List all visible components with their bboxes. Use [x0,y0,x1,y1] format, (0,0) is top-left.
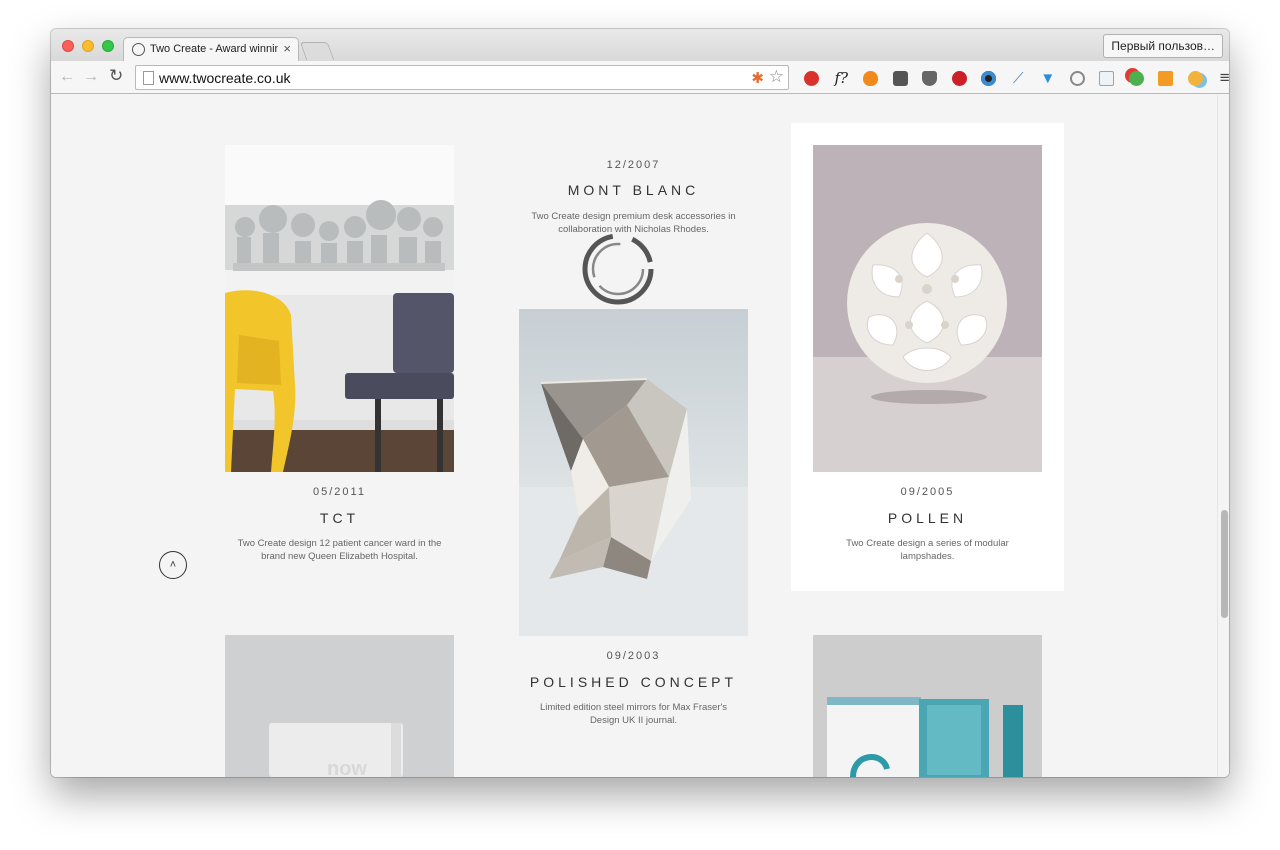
project-image-now-notebook[interactable]: now [225,635,454,777]
project-title[interactable]: POLISHED CONCEPT [519,674,748,690]
project-card-polished-concept[interactable]: 09/2003 POLISHED CONCEPT Limited edition… [519,309,748,739]
project-card-pollen[interactable]: 09/2005 POLLEN Two Create design a serie… [791,123,1064,591]
back-icon[interactable]: ← [59,68,75,86]
scrollbar-thumb[interactable] [1221,510,1228,618]
rotate-icon[interactable] [1063,67,1093,89]
analytics-icon[interactable] [1151,67,1181,89]
project-title[interactable]: MONT BLANC [519,182,748,198]
reload-icon[interactable]: ↻ [109,66,123,86]
reader-icon[interactable] [1092,67,1122,89]
scroll-to-top-button[interactable]: ˄ [159,551,187,579]
tab-bar: Two Create - Award winning × Первый поль… [51,29,1229,62]
eyedropper-icon[interactable]: ⟋ [1004,67,1034,89]
svg-text:now: now [327,758,367,777]
page-content: 05/2011 TCT Two Create design 12 patient… [51,95,1217,777]
tab-title: Two Create - Award winning [150,43,278,55]
camera-icon[interactable] [974,67,1004,89]
toolbar: ← → ↻ www.twocreate.co.uk ✱ ☆ f? ⟋ ▼ ≡ [51,61,1229,94]
bookmark-star-icon[interactable]: ☆ [769,67,784,87]
project-description: Two Create design a series of modular la… [846,538,1009,562]
project-image-tct[interactable] [225,145,454,472]
chevron-up-icon: ˄ [169,559,177,571]
web-of-trust-icon[interactable] [1122,67,1152,89]
project-date: 12/2007 [606,159,661,171]
color-wheel-icon[interactable]: ✱ [751,69,764,87]
scrollbar[interactable] [1217,95,1229,777]
project-description: Limited edition steel mirrors for Max Fr… [539,702,728,726]
close-tab-icon[interactable]: × [283,41,291,56]
browser-window: Two Create - Award winning × Первый поль… [51,29,1229,777]
project-image-polished-concept[interactable] [519,309,748,636]
project-description: Two Create design 12 patient cancer ward… [237,538,442,562]
project-title[interactable]: TCT [225,510,454,526]
project-image-eucerin-packaging[interactable] [813,635,1042,777]
project-image-pollen[interactable] [813,145,1042,472]
pinterest-icon[interactable] [945,67,975,89]
fire-icon[interactable] [856,67,886,89]
forward-icon[interactable]: → [83,68,99,86]
zoom-window-button[interactable] [102,40,114,52]
loading-spinner-icon [582,233,654,305]
adblock-icon[interactable] [797,67,827,89]
profile-button[interactable]: Первый пользов… [1103,34,1223,58]
project-date: 09/2005 [900,486,955,498]
vk-icon[interactable]: ▼ [1033,67,1063,89]
project-title[interactable]: POLLEN [791,510,1064,526]
new-tab-button[interactable] [299,42,335,60]
menu-icon[interactable]: ≡ [1210,67,1229,89]
minimize-window-button[interactable] [82,40,94,52]
evernote-icon[interactable] [886,67,916,89]
pocket-icon[interactable] [915,67,945,89]
address-bar[interactable]: www.twocreate.co.uk ✱ ☆ [135,65,789,90]
project-date: 09/2003 [606,650,661,662]
project-card-tct[interactable]: 05/2011 TCT Two Create design 12 patient… [225,145,454,585]
page-icon [143,71,154,85]
url-text[interactable]: www.twocreate.co.uk [159,70,291,86]
close-window-button[interactable] [62,40,74,52]
paw-icon[interactable] [1181,67,1211,89]
project-date: 05/2011 [313,486,366,498]
font-identifier-icon[interactable]: f? [827,67,857,89]
extensions-bar: f? ⟋ ▼ ≡ [797,67,1229,89]
loading-icon [132,43,145,56]
tab-active[interactable]: Two Create - Award winning × [123,37,299,62]
